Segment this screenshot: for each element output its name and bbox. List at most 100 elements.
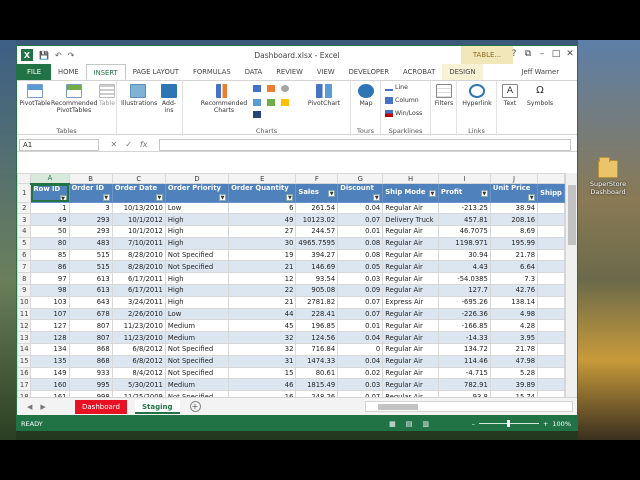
table-cell[interactable]: 5/30/2011	[111, 378, 166, 392]
column-header-f[interactable]: F	[295, 173, 339, 184]
table-cell[interactable]: Regular Air	[382, 331, 439, 345]
table-cell[interactable]: -166.85	[437, 319, 491, 333]
table-cell[interactable]: Not Specified	[164, 366, 230, 380]
recommended-charts-button[interactable]: Recommended Charts	[199, 84, 249, 114]
table-cell[interactable]: 6/17/2011	[111, 272, 166, 286]
sheet-tab-dashboard[interactable]: Dashboard	[75, 399, 127, 414]
vertical-scrollbar[interactable]	[565, 173, 577, 397]
table-cell[interactable]: 21	[228, 295, 297, 309]
table-cell[interactable]: 134.72	[437, 343, 491, 356]
row-header[interactable]: 11	[17, 307, 32, 321]
table-button[interactable]: Table	[97, 84, 117, 107]
column-header-j[interactable]: J	[489, 173, 539, 184]
table-cell[interactable]: 394.27	[295, 248, 339, 262]
table-cell[interactable]: 4.43	[437, 260, 491, 274]
table-cell[interactable]: Regular Air	[382, 236, 439, 250]
table-header-cell[interactable]: Order ID ▼	[68, 183, 113, 203]
table-cell[interactable]: 149	[30, 366, 70, 380]
row-header[interactable]: 17	[17, 378, 32, 392]
table-cell[interactable]: 515	[68, 248, 113, 262]
page-layout-view-icon[interactable]: ▤	[406, 420, 413, 428]
table-cell[interactable]: 38.94	[489, 201, 539, 215]
table-cell[interactable]: 244.57	[295, 225, 339, 238]
table-cell[interactable]: 6/8/2012	[111, 354, 166, 368]
table-cell[interactable]: 0.04	[337, 201, 384, 215]
table-cell[interactable]: 0.07	[337, 307, 384, 321]
table-cell[interactable]: 483	[68, 236, 113, 250]
table-cell[interactable]: Delivery Truck	[382, 213, 439, 227]
table-cell[interactable]: 21.78	[489, 343, 539, 356]
table-cell[interactable]: 11/23/2010	[111, 331, 166, 345]
horizontal-scroll-thumb[interactable]	[378, 404, 418, 410]
sheet-prev-icon[interactable]: ◀	[27, 403, 32, 411]
table-cell[interactable]: 138.14	[489, 295, 539, 309]
table-cell[interactable]: 80	[30, 236, 70, 250]
insert-function-icon[interactable]: fx	[140, 140, 148, 149]
zoom-out-icon[interactable]: –	[472, 420, 475, 428]
table-cell[interactable]: 21	[228, 260, 297, 274]
table-cell[interactable]: 0	[337, 343, 384, 356]
other-charts-button[interactable]	[253, 111, 261, 118]
table-cell[interactable]: -54.0385	[437, 272, 491, 286]
table-cell[interactable]	[537, 213, 565, 227]
table-cell[interactable]: 716.84	[295, 343, 339, 356]
table-header-cell[interactable]: Sales ▼	[295, 183, 339, 203]
filter-dropdown-icon[interactable]: ▼	[219, 194, 227, 202]
table-cell[interactable]: 124.56	[295, 331, 339, 345]
table-cell[interactable]: 42.76	[489, 284, 539, 297]
table-cell[interactable]: 0.03	[337, 272, 384, 286]
table-cell[interactable]	[537, 248, 565, 262]
tab-design[interactable]: DESIGN	[442, 64, 483, 80]
table-cell[interactable]	[537, 307, 565, 321]
redo-icon[interactable]: ↷	[68, 51, 75, 60]
line-chart-button[interactable]	[267, 85, 275, 92]
table-cell[interactable]: Medium	[164, 331, 230, 345]
table-cell[interactable]: 22	[228, 284, 297, 297]
table-cell[interactable]: 643	[68, 295, 113, 309]
table-cell[interactable]: 6	[228, 201, 297, 215]
table-cell[interactable]: -695.26	[437, 295, 491, 309]
add-sheet-icon[interactable]: +	[189, 401, 201, 412]
table-header-cell[interactable]: Order Date ▼	[111, 183, 166, 203]
table-cell[interactable]	[537, 331, 565, 345]
table-cell[interactable]: High	[164, 272, 230, 286]
table-cell[interactable]: 8/28/2010	[111, 248, 166, 262]
table-cell[interactable]: 208.16	[489, 213, 539, 227]
table-cell[interactable]: 27	[228, 225, 297, 238]
column-header-g[interactable]: G	[337, 173, 384, 184]
table-cell[interactable]: 678	[68, 307, 113, 321]
table-cell[interactable]: 293	[68, 213, 113, 227]
ribbon-display-button[interactable]: ⧉	[521, 46, 535, 64]
table-cell[interactable]: -14.33	[437, 331, 491, 345]
zoom-in-icon[interactable]: +	[543, 420, 548, 428]
row-header[interactable]: 13	[17, 331, 32, 345]
worksheet-grid[interactable]: A B C D E F G H I J 1 Row ID ▼ Order ID …	[17, 173, 565, 397]
zoom-slider[interactable]	[478, 420, 539, 427]
cancel-icon[interactable]: ✕	[111, 140, 118, 149]
table-cell[interactable]: 1474.33	[295, 354, 339, 368]
table-cell[interactable]: 0.04	[337, 331, 384, 345]
table-cell[interactable]: 30	[228, 236, 297, 250]
bar-chart-button[interactable]	[253, 99, 261, 106]
maximize-button[interactable]: □	[549, 46, 563, 64]
undo-icon[interactable]: ↶	[55, 51, 62, 60]
table-cell[interactable]: 19	[228, 248, 297, 262]
row-header[interactable]: 3	[17, 213, 32, 227]
sparkline-winloss-button[interactable]: Win/Loss	[385, 110, 422, 117]
table-cell[interactable]: Medium	[164, 378, 230, 392]
table-cell[interactable]: 905.08	[295, 284, 339, 297]
table-cell[interactable]: 31	[228, 354, 297, 368]
column-chart-button[interactable]	[253, 85, 261, 92]
table-cell[interactable]: 8.69	[489, 225, 539, 238]
table-cell[interactable]: 6/17/2011	[111, 284, 166, 297]
table-cell[interactable]: 293	[68, 225, 113, 238]
table-cell[interactable]: 98	[30, 284, 70, 297]
table-cell[interactable]: Regular Air	[382, 225, 439, 238]
table-cell[interactable]: Not Specified	[164, 248, 230, 262]
table-cell[interactable]: 49	[30, 213, 70, 227]
filter-dropdown-icon[interactable]: ▼	[59, 194, 67, 202]
table-header-cell[interactable]: Discount ▼	[337, 183, 384, 203]
enter-icon[interactable]: ✓	[125, 140, 132, 149]
filter-dropdown-icon[interactable]: ▼	[155, 194, 163, 202]
hyperlink-button[interactable]: Hyperlink	[459, 84, 495, 107]
